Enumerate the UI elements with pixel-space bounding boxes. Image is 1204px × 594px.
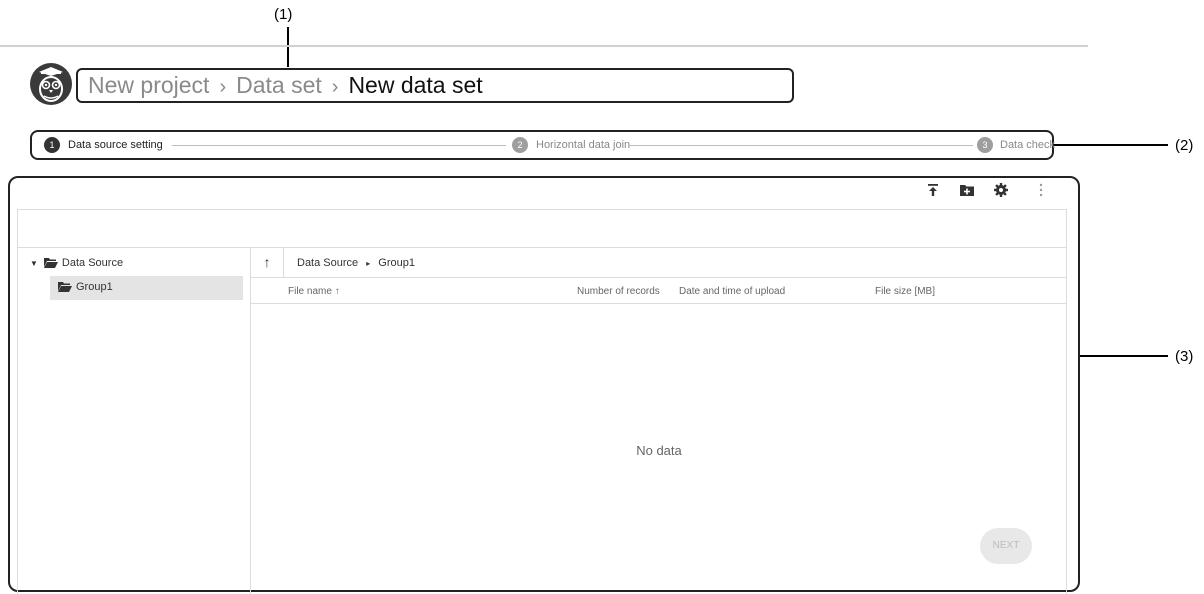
owl-avatar-icon — [30, 63, 72, 105]
new-folder-icon[interactable] — [958, 181, 976, 199]
callout-2: (2) — [1175, 137, 1194, 154]
callout-1-leader — [287, 27, 289, 67]
path-leaf: Group1 — [378, 257, 415, 269]
header-divider — [0, 45, 1088, 47]
path-breadcrumb: Data Source ▸ Group1 — [297, 257, 415, 269]
folder-open-icon — [43, 257, 58, 271]
breadcrumb-frame: New project › Data set › New data set — [76, 68, 794, 103]
table-header: File name ↑ Number of records Date and t… — [251, 278, 1067, 304]
callout-2-leader — [1054, 144, 1168, 146]
column-file-size[interactable]: File size [MB] — [875, 286, 935, 297]
tree-item-label: Group1 — [76, 281, 113, 293]
breadcrumb-project[interactable]: New project — [88, 72, 209, 98]
next-button[interactable]: NEXT — [980, 528, 1032, 564]
step-3-number: 3 — [977, 137, 993, 153]
stepper: 1 Data source setting 2 Horizontal data … — [30, 130, 1056, 160]
up-arrow-icon[interactable]: ↑ — [251, 248, 284, 277]
sort-arrow-icon: ↑ — [334, 286, 340, 297]
step-2-label: Horizontal data join — [536, 139, 631, 151]
tree-item-group1[interactable]: Group1 — [50, 276, 243, 300]
breadcrumb: New project › Data set › New data set — [88, 72, 483, 99]
breadcrumb-current: New data set — [348, 72, 483, 98]
path-root[interactable]: Data Source — [297, 257, 358, 269]
callout-3-leader — [1080, 355, 1168, 357]
empty-state-text: No data — [636, 443, 682, 458]
step-connector — [172, 145, 506, 146]
upload-icon[interactable] — [924, 181, 942, 199]
more-vert-icon[interactable] — [1032, 181, 1050, 199]
step-3-label: Data check — [1000, 139, 1056, 151]
callout-1: (1) — [274, 6, 293, 23]
breadcrumb-separator: › — [219, 76, 227, 98]
column-number-of-records[interactable]: Number of records — [577, 286, 660, 297]
settings-icon[interactable] — [992, 181, 1010, 199]
column-upload-time[interactable]: Date and time of upload — [679, 286, 785, 297]
folder-open-icon — [58, 281, 72, 295]
step-1-label: Data source setting — [68, 139, 163, 151]
caret-right-icon: ▸ — [366, 259, 371, 268]
breadcrumb-dataset[interactable]: Data set — [236, 72, 322, 98]
tree-item-label: Data Source — [61, 257, 124, 269]
step-2-number: 2 — [512, 137, 528, 153]
callout-3: (3) — [1175, 348, 1194, 365]
column-file-name[interactable]: File name ↑ — [288, 286, 340, 297]
path-bar: ↑ Data Source ▸ Group1 — [251, 248, 1067, 278]
step-connector — [628, 145, 973, 146]
step-1-number: 1 — [44, 137, 60, 153]
column-label: File name — [288, 286, 332, 297]
breadcrumb-separator: › — [331, 76, 339, 98]
tree-item-data-source[interactable]: ▼ Data Source — [30, 257, 123, 271]
caret-down-icon[interactable]: ▼ — [30, 259, 38, 268]
